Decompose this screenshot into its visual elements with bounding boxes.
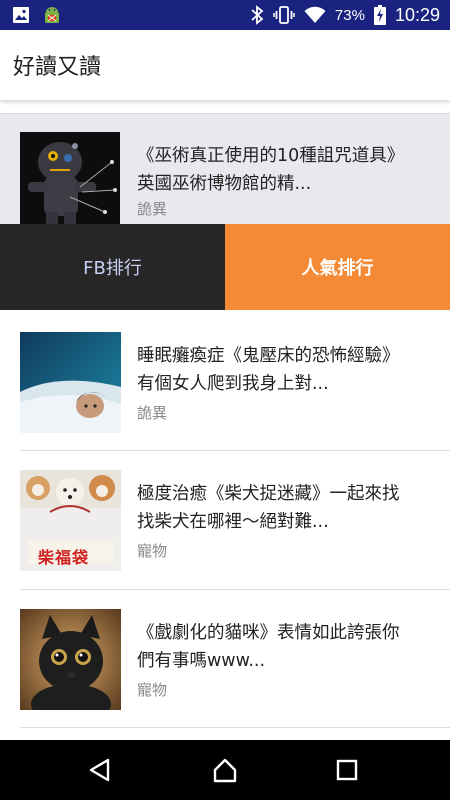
battery-percent: 73% <box>334 6 365 24</box>
article-category: 寵物 <box>137 542 168 560</box>
tab-fb-ranking[interactable]: FB排行 <box>0 224 225 310</box>
status-bar: 73% 10:29 <box>0 0 450 30</box>
navigation-bar <box>0 740 450 800</box>
divider <box>20 727 450 728</box>
tab-popular-ranking[interactable]: 人氣排行 <box>225 224 450 310</box>
featured-article[interactable]: 《巫術真正使用的10種詛咒道具》英國巫術博物館的精... 詭異 <box>0 114 450 231</box>
back-icon[interactable] <box>86 756 114 784</box>
vibrate-icon <box>273 6 295 24</box>
black-cat-image <box>20 609 121 710</box>
home-icon[interactable] <box>211 756 239 784</box>
android-debug-icon <box>45 7 59 23</box>
list-item[interactable]: 柴福袋 極度治癒《柴犬捉迷藏》一起來找找柴犬在哪裡～絕對難... 寵物 <box>0 448 450 586</box>
app-bar: 好讀又讀 <box>0 30 450 100</box>
recents-icon[interactable] <box>333 756 361 784</box>
tab-bar: FB排行 人氣排行 <box>0 224 450 310</box>
article-title: 《戲劇化的貓咪》表情如此誇張你們有事嗎www... <box>137 623 400 671</box>
bluetooth-icon <box>251 5 264 25</box>
article-category: 詭異 <box>137 404 168 422</box>
article-category: 寵物 <box>137 681 168 699</box>
thumbnail-caption: 柴福袋 <box>38 548 90 567</box>
voodoo-doll-image <box>20 132 120 231</box>
article-category: 詭異 <box>137 200 168 218</box>
sleeping-woman-image <box>20 332 121 433</box>
list-item[interactable]: 《戲劇化的貓咪》表情如此誇張你們有事嗎www... 寵物 <box>0 587 450 725</box>
list-item[interactable]: 睡眠癱瘓症《鬼壓床的恐怖經驗》有個女人爬到我身上對... 詭異 <box>0 310 450 448</box>
article-title: 《巫術真正使用的10種詛咒道具》英國巫術博物館的精... <box>137 146 405 194</box>
battery-charging-icon <box>373 5 386 25</box>
app-title: 好讀又讀 <box>13 55 102 80</box>
clock: 10:29 <box>394 4 440 25</box>
article-title: 極度治癒《柴犬捉迷藏》一起來找找柴犬在哪裡～絕對難... <box>137 484 400 532</box>
image-icon <box>13 7 29 23</box>
shiba-lucky-bag-image: 柴福袋 <box>20 470 121 571</box>
wifi-icon <box>304 6 326 23</box>
article-title: 睡眠癱瘓症《鬼壓床的恐怖經驗》有個女人爬到我身上對... <box>137 346 400 394</box>
